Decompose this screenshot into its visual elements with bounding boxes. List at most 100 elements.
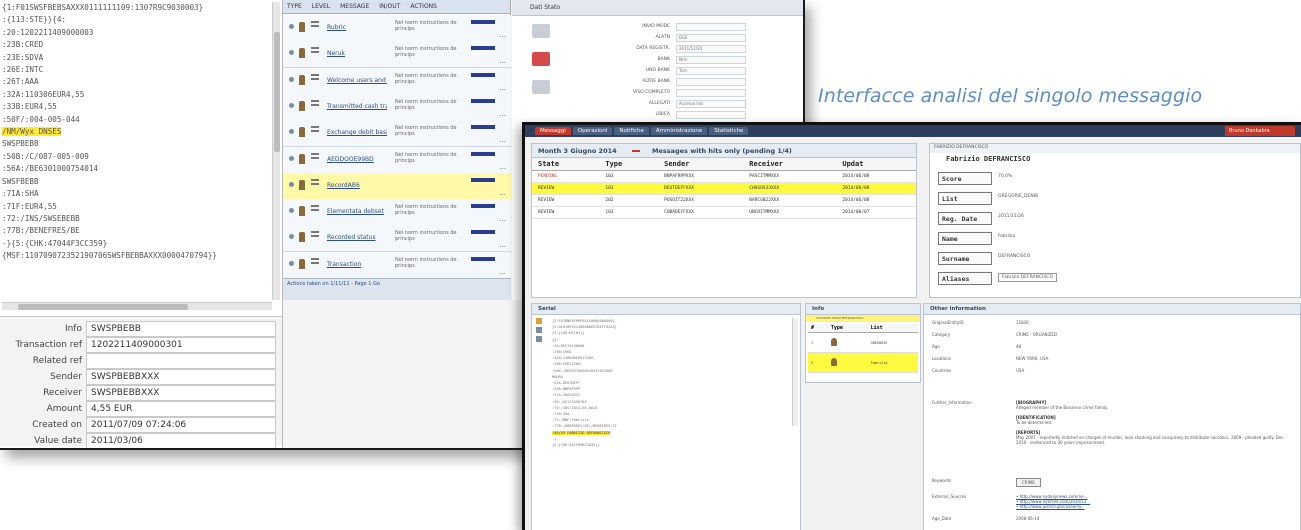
keyword-button[interactable]: CRIME <box>1016 478 1041 487</box>
column-header[interactable]: Updat <box>836 158 916 171</box>
message-link[interactable]: RecordAB6 <box>327 182 387 189</box>
info-icon[interactable] <box>536 327 542 333</box>
field-value[interactable] <box>86 353 276 369</box>
column-header[interactable]: TYPE <box>287 3 302 10</box>
state-cell: REVIEW <box>532 194 600 207</box>
field-value[interactable]: SWSPBEBB <box>86 321 276 337</box>
table-row[interactable]: PENDING 103 BNPAFRPPXXX PASCITMMXXX 2014/06/… <box>532 170 916 183</box>
column-header[interactable]: MESSAGE <box>340 3 369 10</box>
column-header[interactable]: IN/OUT <box>379 3 400 10</box>
message-row[interactable]: Rubric Nel norm instructions de princips… <box>283 15 511 42</box>
printer-icon[interactable] <box>532 24 550 38</box>
table-row[interactable]: REVIEW 103 COBADEFFXXX UNCRITMMXXX 2014/06/0… <box>532 206 916 219</box>
message-row[interactable]: Elementata debset Nel norm instructions d… <box>283 199 511 227</box>
message-link[interactable]: Rubric <box>327 24 387 31</box>
message-row[interactable]: Exchange debit basis Nel norm instruction… <box>283 120 511 148</box>
serial-scrollbar[interactable] <box>792 318 798 426</box>
message-link[interactable]: Transaction <box>327 261 387 268</box>
table-row[interactable]: REVIEW 202 POSOIT22XXX BARCGB22XXX 2014/06/0… <box>532 194 916 207</box>
info-key: OriginalEntityID <box>932 320 964 325</box>
tab-messaggi[interactable]: Messaggi <box>535 127 571 135</box>
table-row[interactable]: 2 Fabrizio <box>808 352 918 373</box>
field-value[interactable]: SWSPBEBBXXX <box>86 369 276 385</box>
column-header[interactable]: Sender <box>658 158 744 171</box>
status-value[interactable]: Nrm <box>676 56 746 64</box>
raw-line: :71F:EUR4,55 <box>2 201 57 211</box>
status-value[interactable] <box>676 23 746 31</box>
status-value[interactable] <box>676 89 746 97</box>
tab-notifiche[interactable]: Notifiche <box>614 127 649 135</box>
info-icon[interactable] <box>536 336 542 342</box>
entity-field-value[interactable]: Fabrizio DEFRANCISCO <box>998 273 1057 282</box>
raw-vertical-scrollbar[interactable] <box>272 2 280 300</box>
status-label: DATA REGISTR. <box>636 46 670 51</box>
column-header[interactable]: Type <box>599 158 659 171</box>
expand-icon[interactable]: … <box>499 31 506 39</box>
message-list-footer[interactable]: Actions taken on 1/11/11 - Page 1 Go <box>283 278 511 300</box>
message-row[interactable]: Transmitted cash transfer Nel norm instru… <box>283 93 511 121</box>
expand-icon[interactable]: … <box>499 215 506 223</box>
expand-icon[interactable]: … <box>499 84 506 92</box>
warning-icon[interactable] <box>536 318 542 324</box>
field-value[interactable]: 1202211409000301 <box>86 337 276 353</box>
column-header[interactable]: Receiver <box>743 158 837 171</box>
message-link[interactable]: Transmitted cash transfer <box>327 103 387 110</box>
message-link[interactable]: Elementata debset <box>327 208 387 215</box>
field-label: Created on <box>32 420 82 430</box>
status-value[interactable]: Accesso link <box>676 100 746 108</box>
column-header[interactable]: LEVEL <box>312 3 330 10</box>
source-link[interactable]: • http://www.justice.gov/usao/ny... <box>1016 504 1286 509</box>
status-value[interactable] <box>676 78 746 86</box>
column-header[interactable]: # <box>808 324 828 333</box>
expand-icon[interactable]: … <box>499 241 506 249</box>
message-row[interactable]: Transaction Nel norm instructions de prin… <box>283 251 511 279</box>
table-row[interactable]: 1 GREGORIE <box>808 332 918 353</box>
status-dot-icon <box>289 260 294 266</box>
messages-month-title: Month 3 Giugno 2014 <box>538 147 617 155</box>
status-value[interactable] <box>676 111 746 119</box>
tab-operazioni[interactable]: Operazioni <box>572 127 613 135</box>
message-link[interactable]: Neruk <box>327 50 387 57</box>
field-value[interactable]: 4,55 EUR <box>86 401 276 417</box>
message-row[interactable]: Neruk Nel norm instructions de princips… <box>283 41 511 69</box>
message-row[interactable]: Welcome users and information and data Ne… <box>283 67 511 95</box>
expand-icon[interactable]: … <box>499 163 506 171</box>
expand-icon[interactable]: … <box>499 57 506 65</box>
field-row: Created on 2011/07/09 07:24:06 <box>0 417 282 434</box>
collapse-icon[interactable] <box>632 150 640 152</box>
raw-horizontal-scrollbar[interactable] <box>2 302 272 310</box>
type-cell: 103 <box>599 170 659 183</box>
column-header[interactable]: List <box>867 324 918 333</box>
message-link[interactable]: Welcome users and information and data <box>327 77 387 84</box>
tab-amministrazione[interactable]: Amministrazione <box>650 127 708 135</box>
field-value[interactable]: SWSPBEBBXXX <box>86 385 276 401</box>
message-row[interactable]: Recorded status Nel norm instructions de … <box>283 225 511 253</box>
expand-icon[interactable]: … <box>499 136 506 144</box>
receiver-cell: CHASUS33XXX <box>743 182 837 195</box>
expand-icon[interactable]: … <box>499 110 506 118</box>
user-badge[interactable]: Bruno Denkabra <box>1225 126 1295 136</box>
field-value[interactable]: 2011/07/09 07:24:06 <box>86 417 276 433</box>
status-value[interactable]: DGE <box>676 34 746 42</box>
column-header[interactable]: ACTIONS <box>410 3 437 10</box>
message-link[interactable]: Recorded status <box>327 234 387 241</box>
status-label: ALLEGATI <box>648 101 670 106</box>
field-row: Related ref <box>0 353 282 370</box>
tab-statistiche[interactable]: Statistiche <box>709 127 749 135</box>
message-link[interactable]: Exchange debit basis <box>327 129 387 136</box>
message-link[interactable]: AEDDOOE99BD <box>327 156 387 163</box>
table-row[interactable]: REVIEW 103 DEUTDEFFXXX CHASUS33XXX 2014/06/0… <box>532 182 916 195</box>
document-icon[interactable] <box>532 52 550 66</box>
column-header[interactable]: Type <box>827 324 868 333</box>
column-header[interactable]: State <box>532 158 600 171</box>
expand-icon[interactable]: … <box>499 268 506 276</box>
message-row[interactable]: AEDDOOE99BD Nel norm instructions de prin… <box>283 146 511 174</box>
field-value[interactable]: 2011/03/06 <box>86 433 276 448</box>
archive-icon[interactable] <box>532 80 550 94</box>
status-value[interactable]: 2011/12/24 <box>676 45 746 53</box>
expand-icon[interactable]: … <box>499 189 506 197</box>
list-cell: GREGORIE <box>867 332 918 353</box>
status-value[interactable]: Tcm <box>676 67 746 75</box>
status-row: BANK Nrm <box>580 55 780 66</box>
message-row[interactable]: RecordAB6 … <box>283 172 511 200</box>
